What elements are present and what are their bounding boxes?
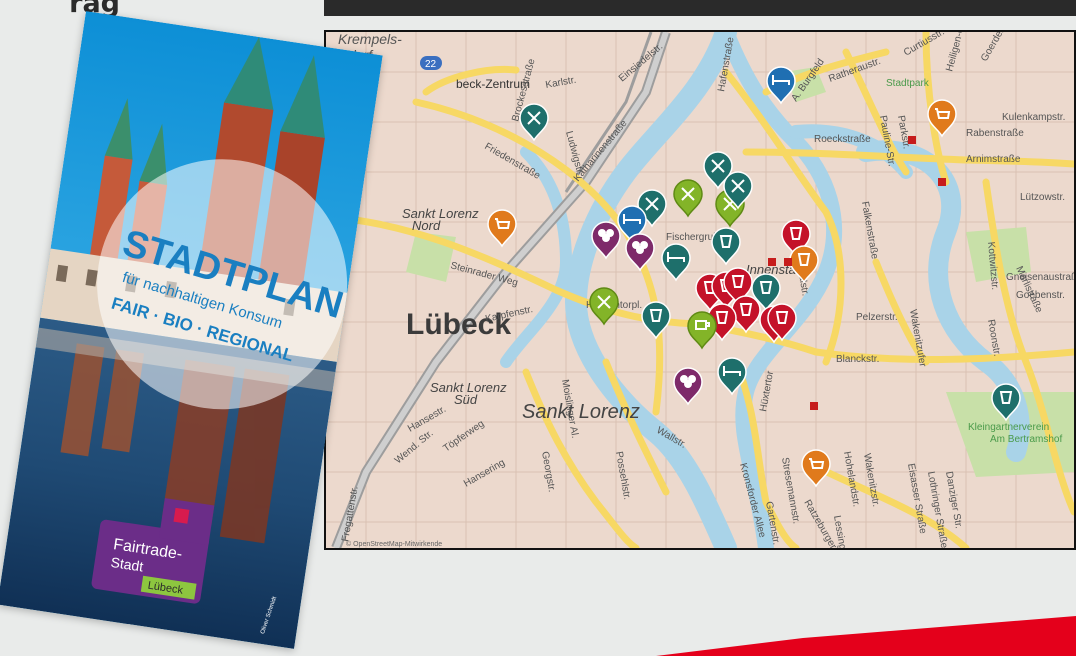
street-label: Lützowstr.: [1020, 192, 1065, 203]
street-label: Rabenstraße: [966, 128, 1024, 139]
map-label: Sankt Lorenz: [522, 401, 640, 423]
hospital-icon: [810, 402, 818, 410]
hospital-icon: [908, 136, 916, 144]
photo-strip: [324, 0, 1076, 16]
map-svg: Krempels- dorf Sankt Lorenz Nord Sankt L…: [326, 32, 1074, 548]
red-accent-band: [656, 616, 1076, 656]
city-map: Krempels- dorf Sankt Lorenz Nord Sankt L…: [324, 30, 1076, 550]
street-label: Pelzerstr.: [856, 312, 898, 323]
street-label: Gneisenaustraße: [1006, 272, 1074, 283]
map-label: Krempels-: [338, 32, 402, 47]
hospital-icon: [768, 258, 776, 266]
map-credit: © OpenStreetMap-Mitwirkende: [346, 540, 442, 548]
hospital-icon: [938, 178, 946, 186]
route-badge-text: 22: [425, 59, 437, 70]
route-badge: 22: [420, 56, 442, 70]
street-label: Kulenkampstr.: [1002, 112, 1065, 123]
map-label: Süd: [454, 392, 478, 407]
map-label: Am Bertramshof: [990, 434, 1062, 445]
street-label: Arnimstraße: [966, 154, 1021, 165]
map-label: Nord: [412, 218, 441, 233]
street-label: Goebenstr.: [1016, 290, 1065, 301]
street-label: Blanckstr.: [836, 354, 879, 365]
map-label: Stadtpark: [886, 78, 930, 89]
hospital-icon: [784, 258, 792, 266]
street-label: Roeckstraße: [814, 134, 871, 145]
map-label: Kleingartnerverein: [968, 422, 1049, 433]
